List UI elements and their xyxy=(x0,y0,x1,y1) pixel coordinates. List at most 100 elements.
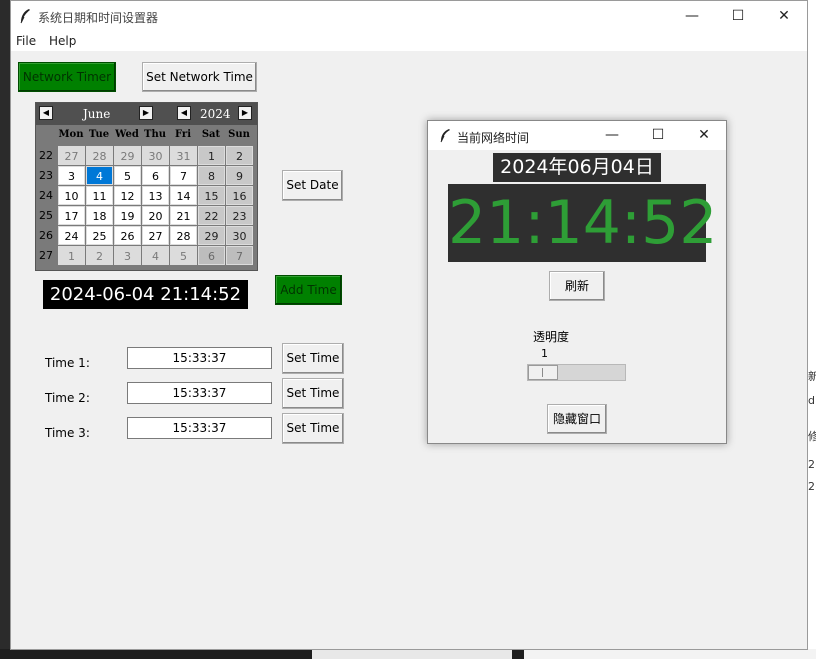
network-minimize-button[interactable]: — xyxy=(589,121,635,150)
calendar-day[interactable]: 21 xyxy=(170,206,197,225)
calendar-week-number: 24 xyxy=(39,189,53,202)
calendar-weekday-header: Wed xyxy=(115,129,139,140)
calendar-day[interactable]: 25 xyxy=(86,226,113,245)
maximize-button[interactable]: ☐ xyxy=(715,1,761,31)
opacity-slider[interactable] xyxy=(527,364,626,381)
calendar-day[interactable]: 7 xyxy=(226,246,253,265)
set-date-button[interactable]: Set Date xyxy=(282,170,343,201)
calendar-day[interactable]: 2 xyxy=(226,146,253,165)
current-datetime-display: 2024-06-04 21:14:52 xyxy=(43,280,248,309)
calendar-day[interactable]: 14 xyxy=(170,186,197,205)
calendar-weekday-header: Mon xyxy=(58,129,84,140)
calendar-day[interactable]: 12 xyxy=(114,186,141,205)
time-3-label: Time 3: xyxy=(45,426,90,440)
background-peek-text: d xyxy=(808,394,815,407)
feather-icon xyxy=(440,129,450,143)
calendar-day[interactable]: 10 xyxy=(58,186,85,205)
calendar-weekday-header: Sun xyxy=(228,129,250,140)
calendar-week-number: 26 xyxy=(39,229,53,242)
menu-file[interactable]: File xyxy=(16,34,36,48)
calendar-day[interactable]: 5 xyxy=(114,166,141,185)
network-maximize-button[interactable]: ☐ xyxy=(635,121,681,150)
calendar-header: ◀ June ▶ ◀ 2024 ▶ xyxy=(36,103,257,125)
prev-year-icon[interactable]: ◀ xyxy=(177,106,191,120)
calendar-day[interactable]: 1 xyxy=(198,146,225,165)
calendar-day[interactable]: 3 xyxy=(58,166,85,185)
next-month-icon[interactable]: ▶ xyxy=(139,106,153,120)
time-3-field[interactable]: 15:33:37 xyxy=(127,417,272,439)
calendar: ◀ June ▶ ◀ 2024 ▶ Mon Tue Wed Thu Fri Sat Sun 2… xyxy=(35,102,258,271)
set-time-2-button[interactable]: Set Time xyxy=(282,378,344,409)
background-panel xyxy=(312,649,512,659)
title-bar: 系统日期和时间设置器 — ☐ ✕ xyxy=(11,1,807,31)
time-2-field[interactable]: 15:33:37 xyxy=(127,382,272,404)
calendar-day[interactable]: 23 xyxy=(226,206,253,225)
opacity-label: 透明度 xyxy=(533,330,570,344)
network-timer-button[interactable]: Network Timer xyxy=(18,62,116,92)
set-network-time-button[interactable]: Set Network Time xyxy=(142,62,257,92)
network-time-window: 当前网络时间 — ☐ ✕ 2024年06月04日 21:14:52 刷新 透明度… xyxy=(427,120,727,444)
calendar-day[interactable]: 5 xyxy=(170,246,197,265)
calendar-day[interactable]: 24 xyxy=(58,226,85,245)
background-peek-text: 2( xyxy=(808,458,816,471)
set-time-1-button[interactable]: Set Time xyxy=(282,343,344,374)
background-peek-text: 新 xyxy=(808,370,816,383)
calendar-day[interactable]: 9 xyxy=(226,166,253,185)
calendar-day[interactable]: 7 xyxy=(170,166,197,185)
calendar-day[interactable]: 15 xyxy=(198,186,225,205)
calendar-day[interactable]: 27 xyxy=(58,146,85,165)
opacity-slider-thumb[interactable] xyxy=(528,365,558,380)
calendar-weekday-header: Fri xyxy=(175,129,191,140)
add-time-button[interactable]: Add Time xyxy=(275,275,342,305)
calendar-day[interactable]: 26 xyxy=(114,226,141,245)
calendar-day[interactable]: 29 xyxy=(114,146,141,165)
calendar-day[interactable]: 13 xyxy=(142,186,169,205)
menu-bar: File Help xyxy=(11,31,807,51)
calendar-day[interactable]: 3 xyxy=(114,246,141,265)
calendar-day[interactable]: 22 xyxy=(198,206,225,225)
calendar-day[interactable]: 11 xyxy=(86,186,113,205)
calendar-week-number: 23 xyxy=(39,169,53,182)
opacity-value: 1 xyxy=(541,347,548,360)
close-button[interactable]: ✕ xyxy=(761,1,807,31)
feather-icon xyxy=(20,9,30,24)
menu-help[interactable]: Help xyxy=(49,34,76,48)
network-window-title: 当前网络时间 xyxy=(457,131,530,145)
calendar-day[interactable]: 30 xyxy=(226,226,253,245)
calendar-day[interactable]: 27 xyxy=(142,226,169,245)
calendar-day[interactable]: 30 xyxy=(142,146,169,165)
calendar-day[interactable]: 4 xyxy=(86,166,113,185)
calendar-day[interactable]: 16 xyxy=(226,186,253,205)
time-2-label: Time 2: xyxy=(45,391,90,405)
calendar-day[interactable]: 28 xyxy=(170,226,197,245)
calendar-day[interactable]: 6 xyxy=(198,246,225,265)
calendar-day[interactable]: 8 xyxy=(198,166,225,185)
calendar-day[interactable]: 19 xyxy=(114,206,141,225)
calendar-day[interactable]: 6 xyxy=(142,166,169,185)
calendar-day[interactable]: 29 xyxy=(198,226,225,245)
background-panel xyxy=(524,649,816,659)
calendar-day[interactable]: 1 xyxy=(58,246,85,265)
calendar-day[interactable]: 17 xyxy=(58,206,85,225)
calendar-day[interactable]: 20 xyxy=(142,206,169,225)
network-window-title-bar: 当前网络时间 — ☐ ✕ xyxy=(428,121,726,150)
calendar-day[interactable]: 18 xyxy=(86,206,113,225)
calendar-weekday-header: Tue xyxy=(88,129,110,140)
minimize-button[interactable]: — xyxy=(669,1,715,31)
calendar-day[interactable]: 2 xyxy=(86,246,113,265)
network-date-display: 2024年06月04日 xyxy=(493,153,661,182)
hide-window-button[interactable]: 隐藏窗口 xyxy=(547,404,607,434)
calendar-day[interactable]: 28 xyxy=(86,146,113,165)
refresh-button[interactable]: 刷新 xyxy=(549,271,605,301)
calendar-month: June xyxy=(83,107,111,121)
next-year-icon[interactable]: ▶ xyxy=(238,106,252,120)
prev-month-icon[interactable]: ◀ xyxy=(39,106,53,120)
calendar-day[interactable]: 31 xyxy=(170,146,197,165)
network-close-button[interactable]: ✕ xyxy=(681,121,727,150)
calendar-day[interactable]: 4 xyxy=(142,246,169,265)
calendar-year: 2024 xyxy=(200,107,231,121)
background-window-edge xyxy=(808,0,816,659)
background-peek-text: 2( xyxy=(808,480,816,493)
time-1-field[interactable]: 15:33:37 xyxy=(127,347,272,369)
set-time-3-button[interactable]: Set Time xyxy=(282,413,344,444)
